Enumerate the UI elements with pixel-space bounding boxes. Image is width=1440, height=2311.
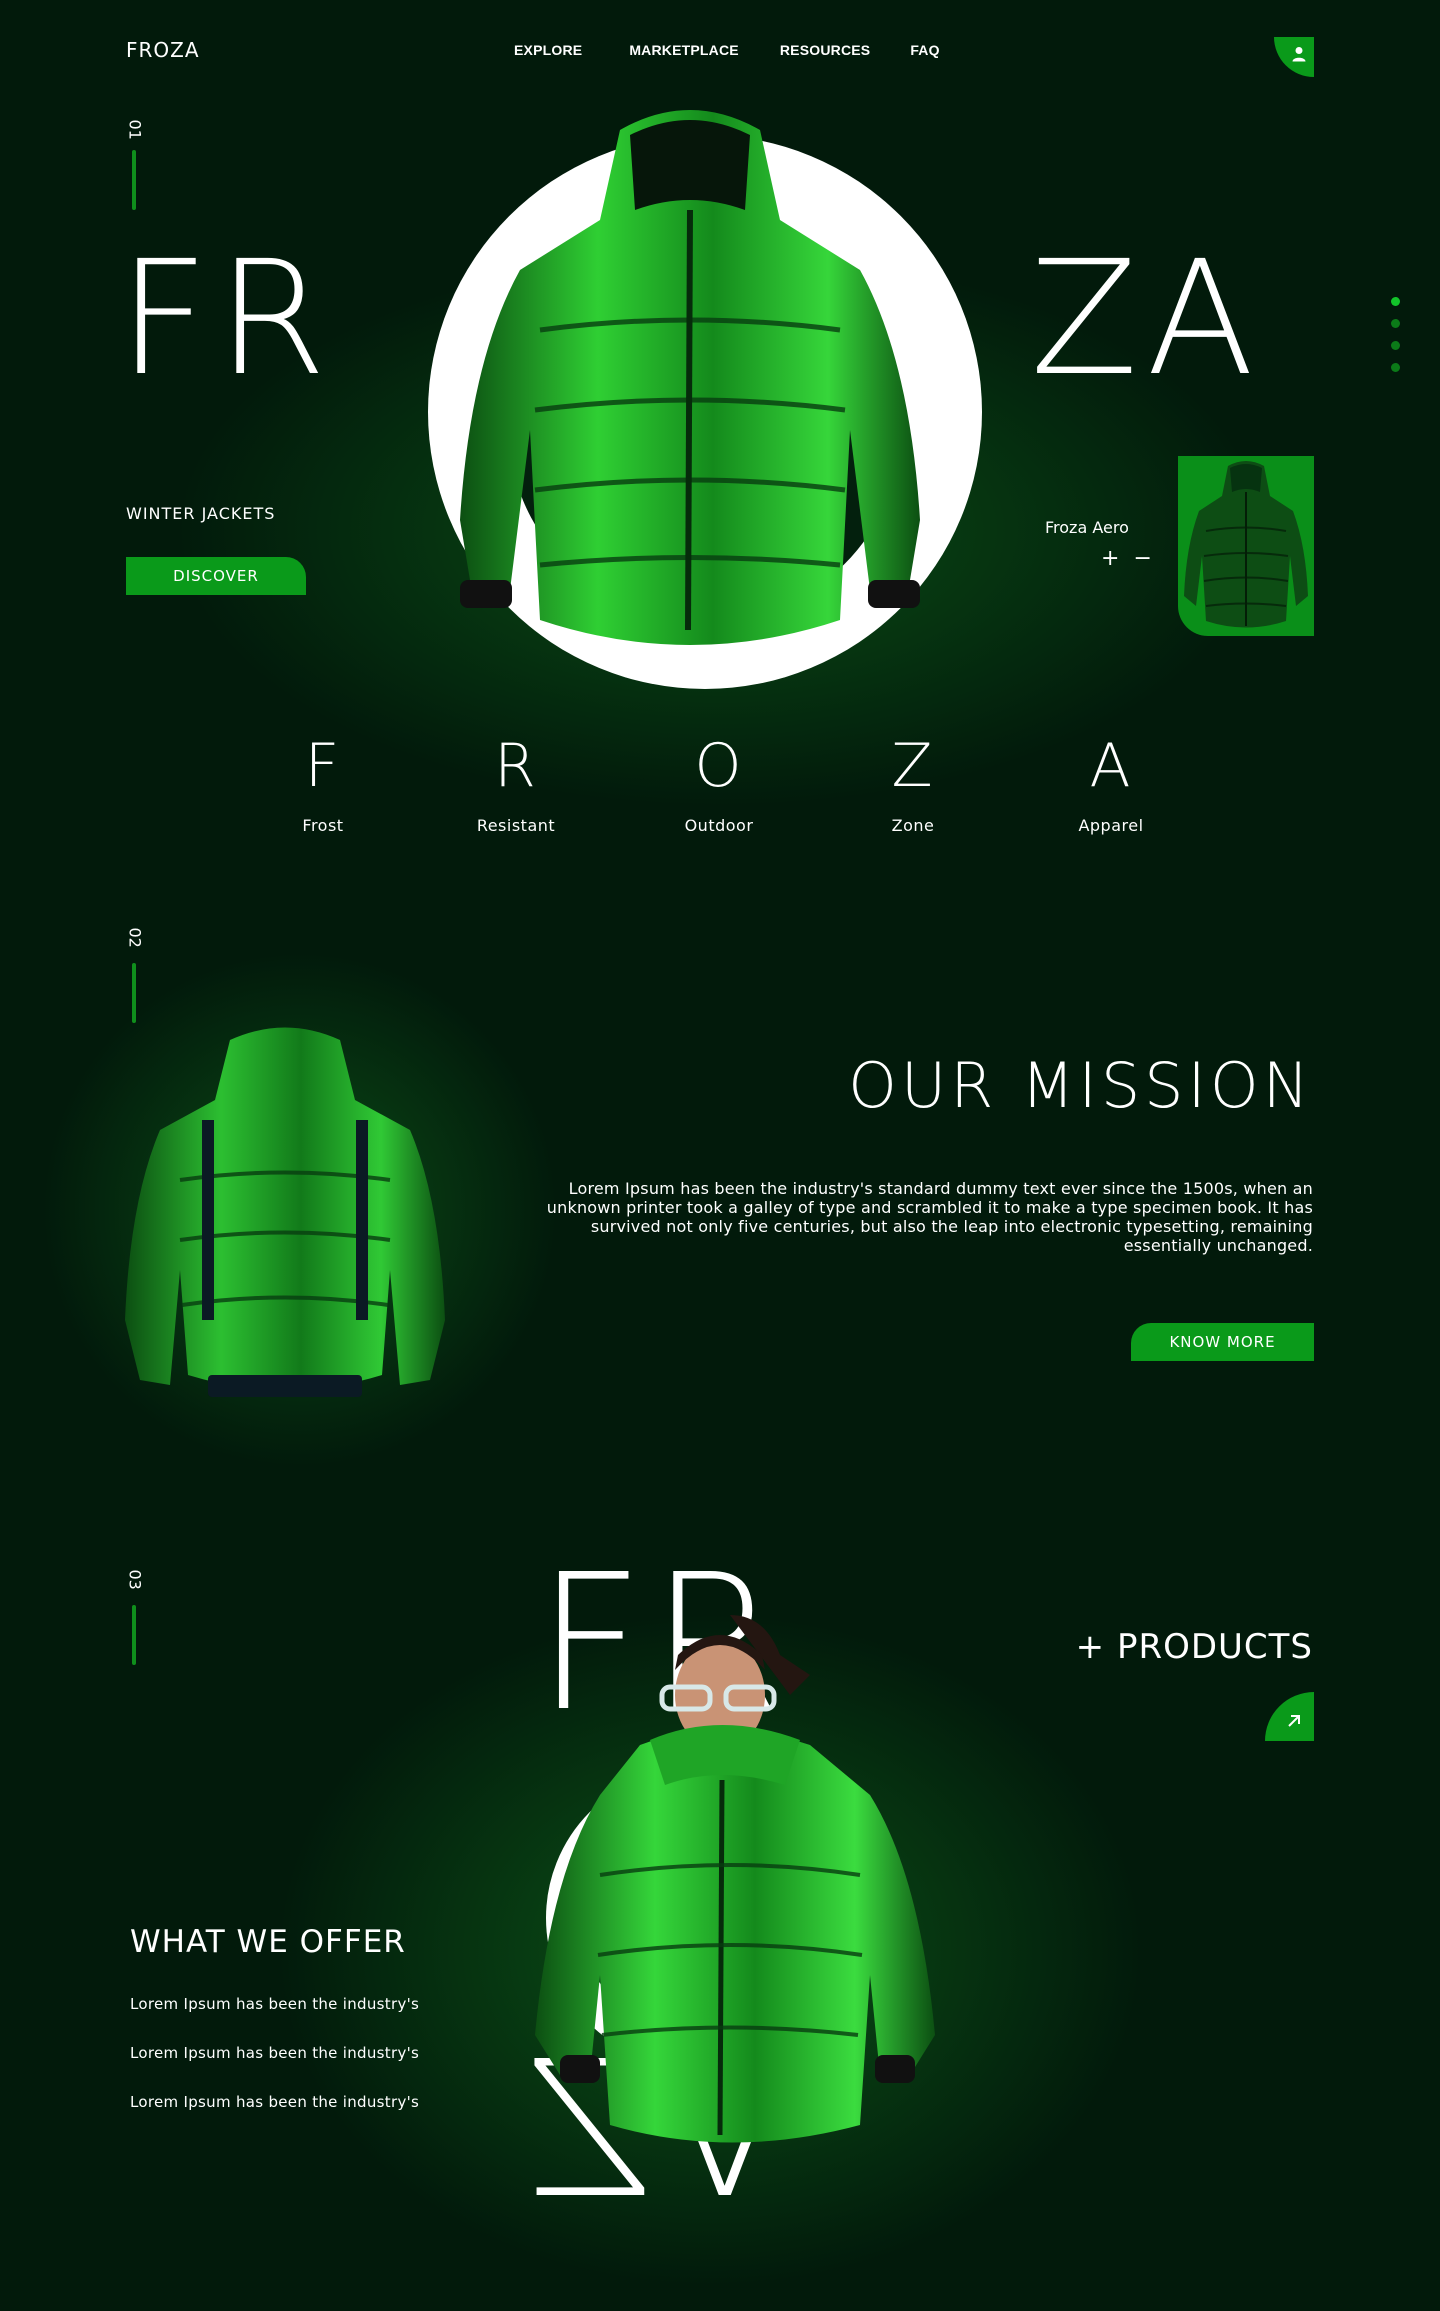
acronym-word: Zone <box>891 816 935 835</box>
acronym-word: Apparel <box>1078 816 1144 835</box>
mission-description: Lorem Ipsum has been the industry's stan… <box>546 1179 1313 1255</box>
slide-dots <box>1391 297 1400 372</box>
acronym-word: Frost <box>302 816 344 835</box>
acronym-word: Resistant <box>476 816 556 835</box>
account-button[interactable] <box>1274 37 1314 77</box>
section-indicator <box>132 1605 136 1665</box>
hero-letters-left: FR <box>118 227 335 411</box>
nav-marketplace[interactable]: MARKETPLACE <box>629 42 739 58</box>
hero-letters-right: ZA <box>1030 227 1263 411</box>
products-arrow-button[interactable] <box>1265 1692 1314 1741</box>
mission-jacket-image <box>125 1027 445 1397</box>
nav-faq[interactable]: FAQ <box>910 42 939 58</box>
acronym-letter: R <box>494 731 538 801</box>
acronym-item: R Resistant <box>436 736 596 835</box>
acronym-item: Z Zone <box>833 736 993 835</box>
offer-list: Lorem Ipsum has been the industry's Lore… <box>130 1995 419 2142</box>
section-indicator <box>132 150 136 210</box>
nav-resources[interactable]: RESOURCES <box>780 42 870 58</box>
offer-title: WHAT WE OFFER <box>130 1924 406 1960</box>
acronym-letter: O <box>694 731 744 801</box>
section-number: 02 <box>125 927 145 948</box>
acronym-item: F Frost <box>243 736 403 835</box>
discover-button[interactable]: DISCOVER <box>126 557 306 595</box>
arrow-up-right-icon <box>1287 1714 1300 1727</box>
slide-dot[interactable] <box>1391 341 1400 350</box>
nav-explore[interactable]: EXPLORE <box>514 42 582 58</box>
brand-logo[interactable]: FROZA <box>126 38 200 62</box>
minus-button[interactable]: − <box>1133 548 1151 570</box>
model-image <box>535 1615 935 2143</box>
section-number: 03 <box>125 1569 145 1590</box>
featured-product-name: Froza Aero <box>1045 518 1129 537</box>
product-stepper: + − <box>1101 548 1152 570</box>
acronym-item: O Outdoor <box>639 736 799 835</box>
mission-title: OUR MISSION <box>848 1049 1313 1122</box>
offer-item: Lorem Ipsum has been the industry's <box>130 1995 420 2013</box>
products-link[interactable]: + PRODUCTS <box>1076 1627 1313 1667</box>
slide-dot[interactable] <box>1391 363 1400 372</box>
slide-dot[interactable] <box>1391 297 1400 306</box>
acronym-letter: Z <box>891 731 935 801</box>
slide-dot[interactable] <box>1391 319 1400 328</box>
main-nav: EXPLORE MARKETPLACE RESOURCES FAQ <box>514 42 940 58</box>
know-more-button[interactable]: KNOW MORE <box>1131 1323 1314 1361</box>
user-icon <box>1292 47 1306 62</box>
thumbnail-jacket-image <box>1184 461 1308 628</box>
section-number: 01 <box>125 119 145 140</box>
acronym-letter: A <box>1089 731 1133 801</box>
acronym-word: Outdoor <box>684 816 754 835</box>
offer-item: Lorem Ipsum has been the industry's <box>130 2093 420 2111</box>
acronym-item: A Apparel <box>1031 736 1191 835</box>
featured-product-thumbnail[interactable] <box>1178 456 1314 636</box>
section-indicator <box>132 963 136 1023</box>
hero-tagline: WINTER JACKETS <box>126 504 276 523</box>
hero-jacket-image <box>460 110 920 645</box>
landing-page: FROZA EXPLORE MARKETPLACE RESOURCES FAQ … <box>0 0 1440 2311</box>
offer-item: Lorem Ipsum has been the industry's <box>130 2044 420 2062</box>
plus-button[interactable]: + <box>1101 548 1119 570</box>
acronym-letter: F <box>304 731 342 801</box>
